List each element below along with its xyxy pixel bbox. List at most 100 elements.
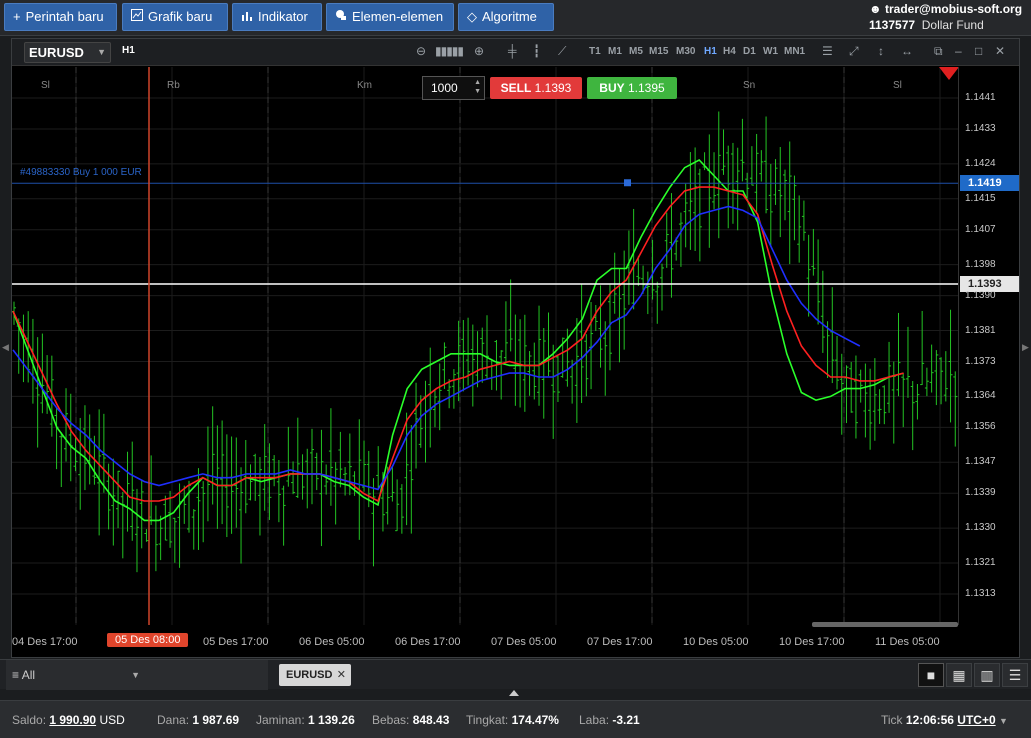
tab-label: EURUSD [286, 669, 333, 681]
price-tick-label: 1.1433 [965, 123, 996, 134]
close-tab-icon[interactable]: ✕ [337, 664, 346, 686]
order-line-label[interactable]: #49883330 Buy 1 000 EUR [20, 167, 142, 178]
new-order-button[interactable]: + Perintah baru [4, 3, 117, 31]
price-tick-label: 1.1313 [965, 588, 996, 599]
minimize-icon[interactable]: – [955, 44, 962, 58]
x-tick-label: 04 Des 17:00 [12, 636, 78, 648]
user-icon: ☻ [869, 2, 882, 16]
timezone[interactable]: UTC+0 [957, 713, 995, 727]
time-axis[interactable]: 04 Des 17:00 05 Des 08:00 05 Des 17:00 0… [12, 630, 958, 657]
status-bar: Saldo: 1 990.90 USD Dana: 1 987.69 Jamin… [0, 700, 1031, 738]
laba: Laba: -3.21 [579, 713, 640, 727]
algorithm-label: Algoritme [482, 9, 537, 24]
dana-label: Dana: [157, 713, 190, 727]
price-chart[interactable] [12, 67, 958, 625]
chevron-down-icon: ▼ [998, 716, 1008, 726]
timeframe-m5[interactable]: M5 [629, 46, 643, 57]
day-label: Sl [893, 80, 902, 91]
price-tick-label: 1.1381 [965, 324, 996, 336]
saldo-label: Saldo: [12, 713, 47, 727]
trend-line-icon[interactable]: ⤢ [849, 44, 859, 59]
candle-chart-type-icon[interactable]: ┇ [533, 44, 540, 58]
price-tick-label: 1.1441 [965, 92, 996, 103]
horizontal-line-icon[interactable]: ↔ [901, 44, 913, 58]
close-icon[interactable]: ✕ [995, 44, 1005, 58]
saldo: Saldo: 1 990.90 USD [12, 713, 125, 727]
timeframe-w1[interactable]: W1 [763, 46, 778, 57]
main-toolbar: + Perintah baru Grafik baru Indikator El… [0, 0, 1031, 36]
plus-icon: + [13, 9, 21, 24]
scroll-right-icon[interactable]: ▶ [1022, 342, 1029, 353]
tab-eurusd[interactable]: EURUSD ✕ [279, 664, 351, 686]
saldo-value: 1 990.90 [49, 713, 97, 727]
line-chart-type-icon[interactable]: ⟋ [558, 44, 566, 59]
bars-icon [241, 4, 253, 30]
scroll-left-icon[interactable]: ◀ [2, 342, 9, 353]
price-tick-label: 1.1398 [965, 258, 996, 270]
new-chart-button[interactable]: Grafik baru [122, 3, 228, 31]
x-tick-label-selected: 05 Des 08:00 [107, 633, 189, 647]
tick-label: Tick [881, 713, 903, 727]
jaminan: Jaminan: 1 139.26 [256, 713, 355, 727]
symbol-selector[interactable]: EURUSD ▼ [24, 42, 111, 63]
moving-average-line [12, 205, 861, 491]
quantity-value: 1000 [431, 81, 458, 95]
quantity-input[interactable]: 1000 ▲ ▼ [422, 76, 485, 100]
price-tick-label: 1.1364 [965, 390, 996, 402]
zoom-out-icon[interactable]: ⊖ [416, 44, 426, 58]
zoom-slider[interactable]: ▮▮▮▮▮ [435, 44, 464, 58]
buy-button[interactable]: BUY 1.1395 [587, 77, 677, 99]
timeframe-h1[interactable]: H1 [704, 46, 717, 57]
x-tick-label: 06 Des 17:00 [395, 636, 461, 648]
elements-label: Elemen-elemen [352, 9, 444, 24]
sell-button[interactable]: SELL 1.1393 [490, 77, 582, 99]
chart-scrollbar[interactable] [812, 622, 958, 627]
account-user: ☻ trader@mobius-soft.org [869, 2, 1025, 17]
tingkat-label: Tingkat: [466, 713, 509, 727]
price-tick-label: 1.1321 [965, 557, 996, 568]
timeframe-d1[interactable]: D1 [743, 46, 756, 57]
day-label: Sn [743, 80, 756, 91]
timeframe-m15[interactable]: M15 [649, 46, 668, 57]
laba-value: -3.21 [612, 713, 640, 727]
panel-filter-select[interactable]: ≡ All ▼ [6, 660, 268, 690]
layout-grid-icon[interactable]: ▦ [946, 663, 972, 687]
detach-icon[interactable]: ⧉ [934, 44, 943, 59]
indicator-label: Indikator [258, 9, 308, 24]
panel-resize-icon[interactable] [509, 690, 519, 696]
algorithm-button[interactable]: ◇ Algoritme [458, 3, 554, 31]
chart-icon [131, 4, 143, 30]
layout-columns-icon[interactable]: ▥ [974, 663, 1000, 687]
timeframe-m30[interactable]: M30 [676, 46, 695, 57]
filter-value: All [21, 668, 36, 682]
timeframe-t1[interactable]: T1 [589, 46, 601, 57]
price-axis[interactable]: 1.1419 1.1393 1.1441 1.1433 1.1424 1.1415 1.… [958, 67, 1019, 625]
elements-button[interactable]: Elemen-elemen [326, 3, 454, 31]
account-info[interactable]: ☻ trader@mobius-soft.org 1137577 Dollar … [869, 2, 1025, 33]
timeframe-m1[interactable]: M1 [608, 46, 622, 57]
timeframe-mn1[interactable]: MN1 [784, 46, 805, 57]
layout-single-icon[interactable]: ■ [918, 663, 944, 687]
tingkat: Tingkat: 174.47% [466, 713, 559, 727]
price-tick-label: 1.1339 [965, 487, 996, 499]
price-tick-label: 1.1407 [965, 223, 996, 235]
layout-rows-icon[interactable]: ☰ [1002, 663, 1028, 687]
chevron-down-icon: ▼ [131, 670, 140, 680]
timeframe-h4[interactable]: H4 [723, 46, 736, 57]
indicator-button[interactable]: Indikator [232, 3, 322, 31]
vertical-line-icon[interactable]: ↕ [878, 44, 884, 58]
maximize-icon[interactable]: □ [975, 44, 982, 58]
zoom-in-icon[interactable]: ⊕ [474, 44, 484, 58]
triangle-marker-icon[interactable] [939, 67, 959, 80]
bar-chart-type-icon[interactable]: ╪ [508, 44, 517, 58]
x-tick-label: 05 Des 17:00 [203, 636, 269, 648]
order-marker [624, 179, 631, 187]
symbol-label: EURUSD [29, 45, 84, 60]
new-order-label: Perintah baru [25, 9, 104, 24]
jaminan-label: Jaminan: [256, 713, 305, 727]
quantity-stepper[interactable]: ▲ ▼ [474, 78, 481, 96]
indicator-list-icon[interactable]: ☰ [822, 44, 833, 58]
laba-label: Laba: [579, 713, 610, 727]
day-label: Rb [167, 80, 180, 91]
buy-label: BUY [599, 81, 625, 95]
